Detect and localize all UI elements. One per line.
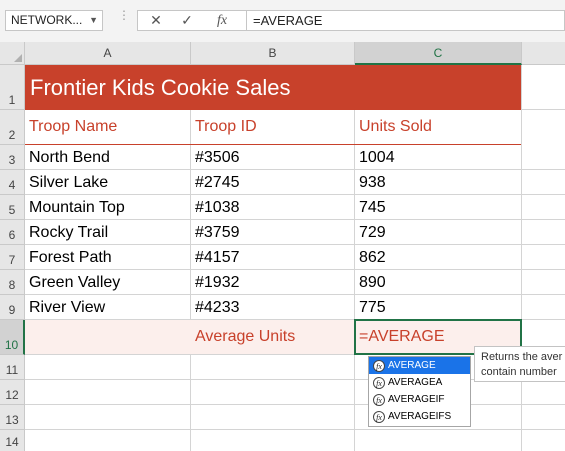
row-header-10[interactable]: 10: [0, 320, 25, 355]
tooltip-line: Returns the aver: [481, 351, 563, 363]
column-header-b[interactable]: B: [191, 42, 355, 65]
average-units-label[interactable]: Average Units: [191, 320, 355, 355]
gridline: [25, 404, 565, 405]
header-troop-id[interactable]: Troop ID: [191, 110, 355, 145]
cell-troop-name[interactable]: Rocky Trail: [25, 220, 191, 245]
header-troop-name[interactable]: Troop Name: [25, 110, 191, 145]
chevron-down-icon[interactable]: ▼: [89, 11, 98, 30]
row-header-12[interactable]: 12: [0, 380, 25, 405]
tooltip-line: contain number: [481, 366, 557, 378]
autocomplete-item-label: AVERAGEIFS: [388, 411, 452, 422]
function-icon: fx: [373, 376, 385, 389]
column-header-a[interactable]: A: [25, 42, 191, 65]
cell-units-sold[interactable]: 745: [355, 195, 522, 220]
cell-units-sold[interactable]: 890: [355, 270, 522, 295]
cell-units-sold[interactable]: 1004: [355, 145, 522, 170]
cell-troop-name[interactable]: Silver Lake: [25, 170, 191, 195]
row-header-7[interactable]: 7: [0, 245, 25, 270]
formula-input[interactable]: =AVERAGE: [247, 10, 565, 31]
cell-units-sold[interactable]: 862: [355, 245, 522, 270]
autocomplete-item-label: AVERAGEIF: [388, 394, 445, 405]
formula-bar: NETWORK... ▼ ⋮ ✕ ✓ fx =AVERAGE: [0, 0, 565, 42]
cell-units-sold[interactable]: 729: [355, 220, 522, 245]
name-box-value: NETWORK...: [11, 13, 83, 27]
cell-troop-id[interactable]: #4157: [191, 245, 355, 270]
row-header-14[interactable]: 14: [0, 430, 25, 451]
select-all-corner[interactable]: [0, 42, 25, 65]
cell-troop-name[interactable]: River View: [25, 295, 191, 320]
column-header-c[interactable]: C: [355, 42, 522, 65]
header-units-sold[interactable]: Units Sold: [355, 110, 522, 145]
row-header-9[interactable]: 9: [0, 295, 25, 320]
enter-icon[interactable]: ✓: [177, 11, 197, 30]
formula-buttons: ✕ ✓ fx: [137, 10, 247, 31]
row-header-4[interactable]: 4: [0, 170, 25, 195]
function-icon: fx: [373, 359, 385, 372]
cell-troop-id[interactable]: #4233: [191, 295, 355, 320]
function-tooltip: Returns the aver contain number: [474, 346, 565, 382]
cell-units-sold[interactable]: 775: [355, 295, 522, 320]
sheet-title[interactable]: Frontier Kids Cookie Sales: [25, 65, 521, 110]
row-header-1[interactable]: 1: [0, 65, 25, 110]
cell-troop-id[interactable]: #2745: [191, 170, 355, 195]
autocomplete-item-averageif[interactable]: fx AVERAGEIF: [369, 391, 470, 408]
cell-units-sold[interactable]: 938: [355, 170, 522, 195]
formula-bar-grip-icon[interactable]: ⋮: [118, 9, 130, 29]
function-icon: fx: [373, 393, 385, 406]
autocomplete-item-averageifs[interactable]: fx AVERAGEIFS: [369, 408, 470, 425]
cell-troop-id[interactable]: #1932: [191, 270, 355, 295]
row-header-13[interactable]: 13: [0, 405, 25, 430]
row-header-8[interactable]: 8: [0, 270, 25, 295]
column-header-d[interactable]: [522, 42, 565, 65]
autocomplete-item-label: AVERAGE: [388, 360, 436, 371]
autocomplete-item-label: AVERAGEA: [388, 377, 443, 388]
name-box[interactable]: NETWORK... ▼: [5, 10, 103, 31]
cancel-icon[interactable]: ✕: [146, 11, 166, 30]
row-header-2[interactable]: 2: [0, 110, 25, 145]
cell-troop-name[interactable]: Forest Path: [25, 245, 191, 270]
cell-troop-name[interactable]: North Bend: [25, 145, 191, 170]
cell-troop-name[interactable]: Mountain Top: [25, 195, 191, 220]
gridline: [25, 429, 565, 430]
insert-function-icon[interactable]: fx: [212, 11, 232, 30]
row-header-5[interactable]: 5: [0, 195, 25, 220]
autocomplete-item-average[interactable]: fx AVERAGE: [369, 357, 470, 374]
autocomplete-item-averagea[interactable]: fx AVERAGEA: [369, 374, 470, 391]
cell-troop-id[interactable]: #1038: [191, 195, 355, 220]
function-icon: fx: [373, 410, 385, 423]
cell-troop-id[interactable]: #3759: [191, 220, 355, 245]
cell-troop-name[interactable]: Green Valley: [25, 270, 191, 295]
row-header-11[interactable]: 11: [0, 355, 25, 380]
row-header-3[interactable]: 3: [0, 145, 25, 170]
cell-troop-id[interactable]: #3506: [191, 145, 355, 170]
row-header-6[interactable]: 6: [0, 220, 25, 245]
function-autocomplete-list: fx AVERAGE fx AVERAGEA fx AVERAGEIF fx A…: [368, 356, 471, 427]
